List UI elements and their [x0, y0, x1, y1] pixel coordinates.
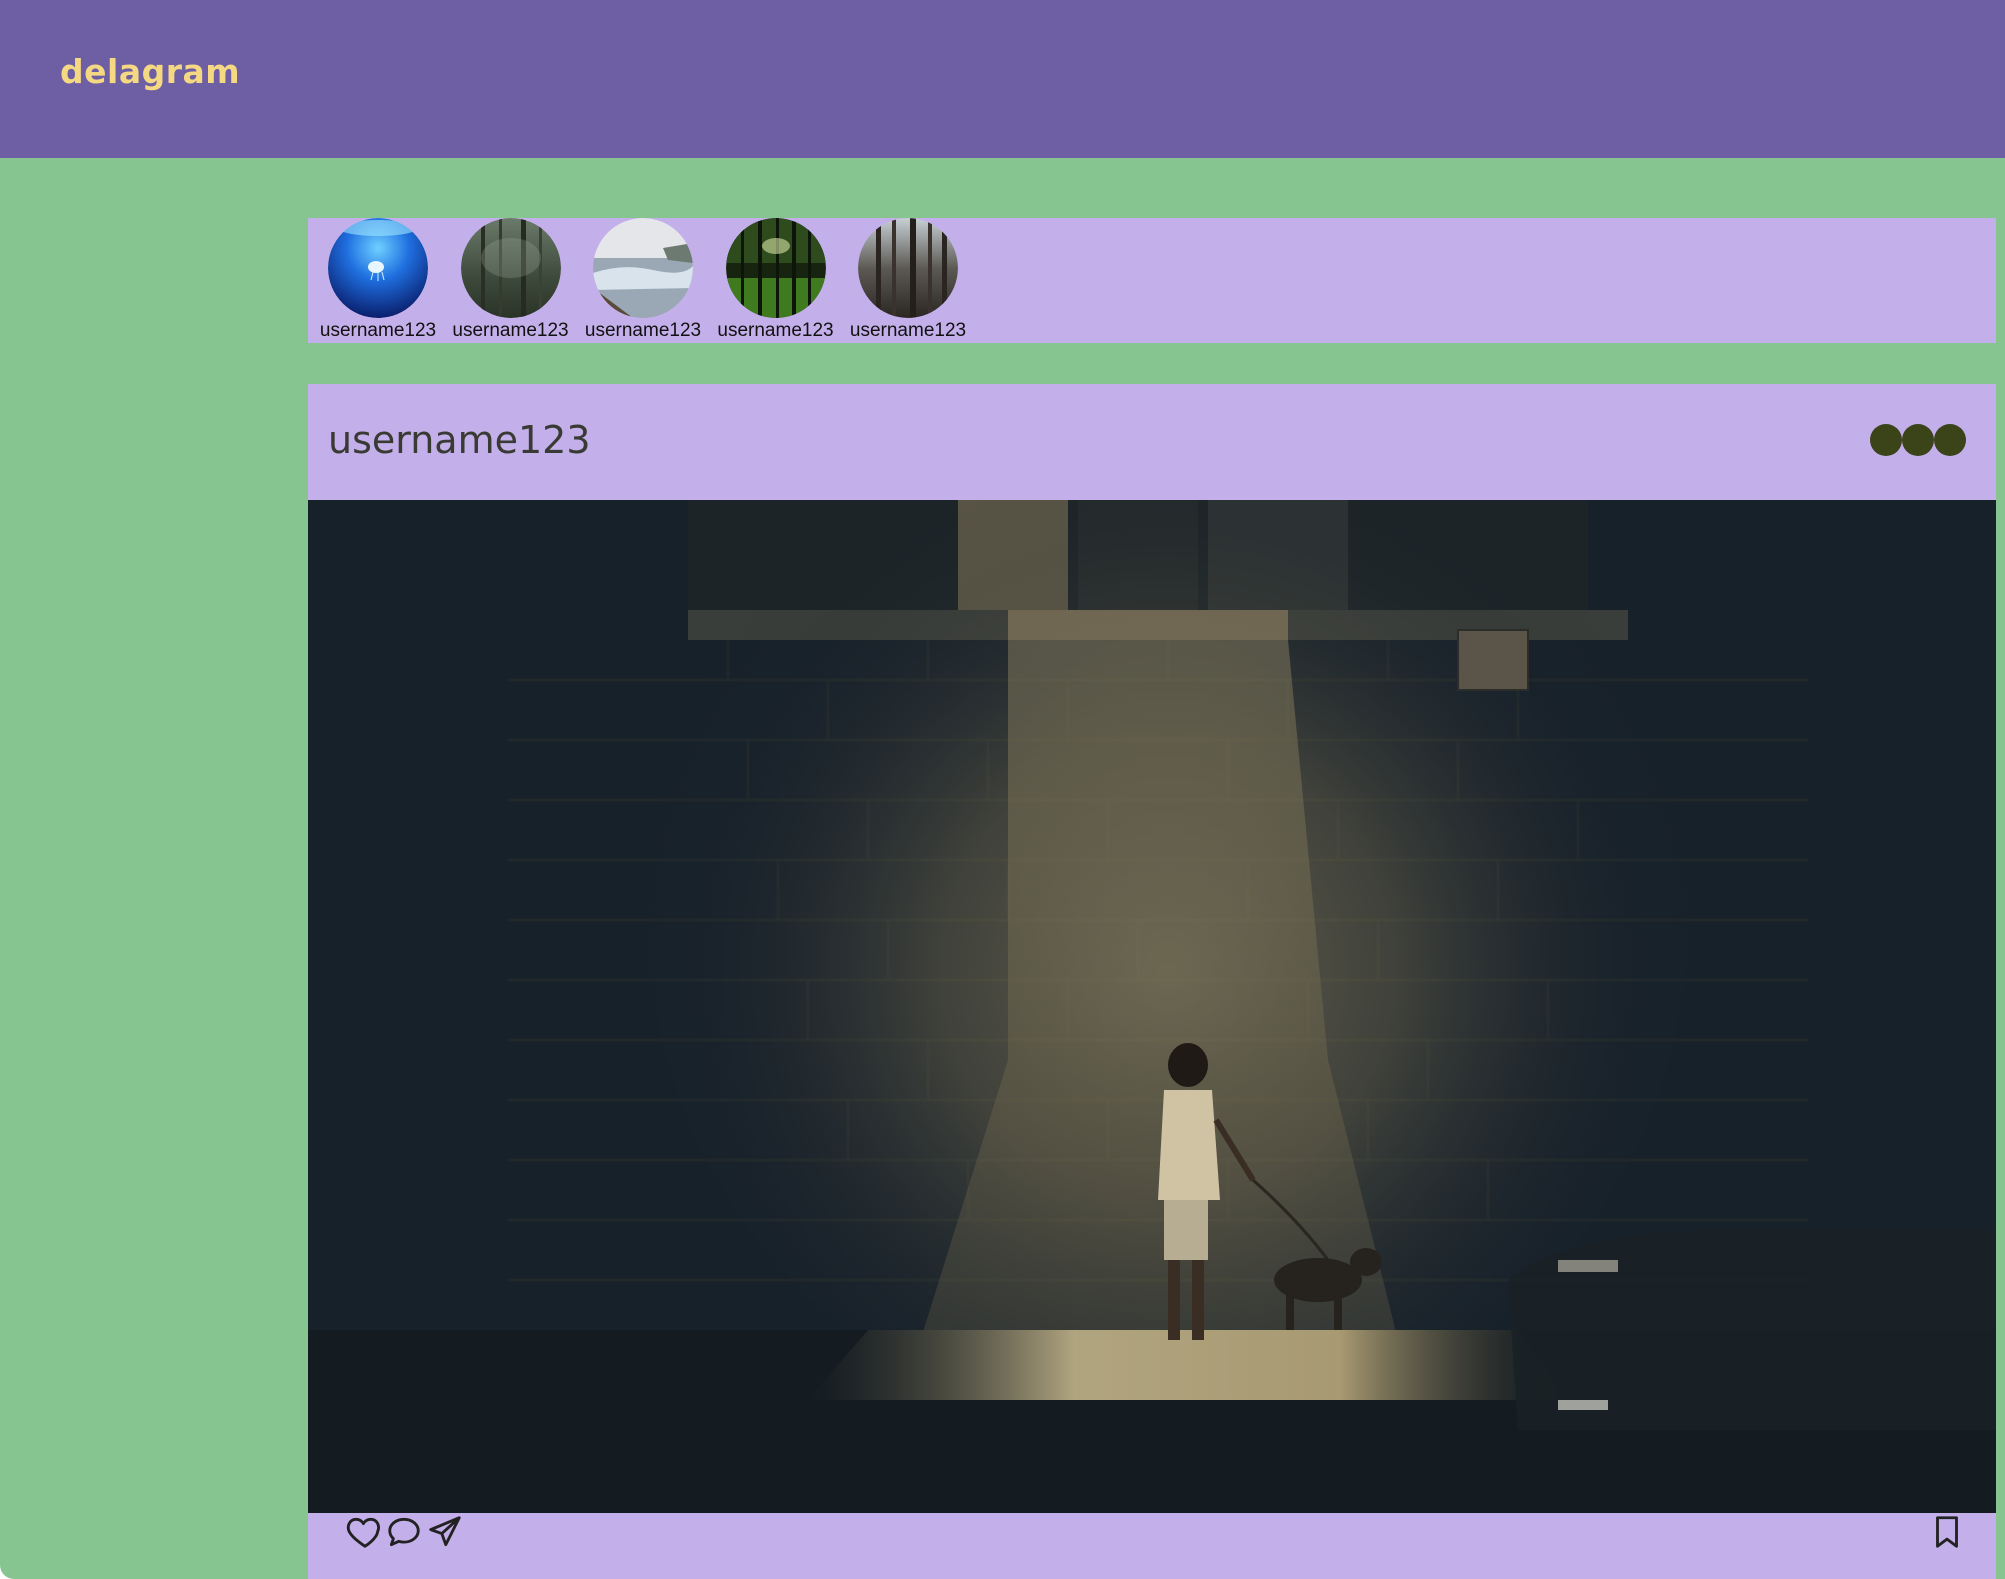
dot	[1934, 424, 1966, 456]
dot	[1902, 424, 1934, 456]
post-username[interactable]: username123	[328, 418, 591, 462]
story-username: username123	[717, 320, 834, 341]
story-username: username123	[319, 320, 437, 341]
story-avatar[interactable]	[593, 218, 693, 318]
story-username: username123	[849, 320, 967, 341]
dot	[1870, 424, 1902, 456]
story-avatar[interactable]	[725, 218, 826, 318]
top-bar: delagram	[0, 0, 2005, 158]
post-header: username123	[308, 384, 1996, 500]
story-item[interactable]: username123	[714, 218, 838, 343]
story-avatar[interactable]	[328, 218, 428, 318]
story-item[interactable]: username123	[449, 218, 573, 343]
story-avatar[interactable]	[460, 218, 561, 318]
send-icon[interactable]	[426, 1513, 464, 1551]
story-avatar[interactable]	[858, 218, 958, 318]
post-actions	[308, 1513, 1996, 1579]
comment-icon[interactable]	[385, 1513, 423, 1551]
post-image[interactable]	[308, 500, 1996, 1513]
story-item[interactable]: username123	[846, 218, 970, 343]
app-window: delagram username123 username123 usernam…	[0, 0, 2005, 1579]
brand-logo[interactable]: delagram	[60, 52, 240, 91]
story-item[interactable]: username123	[316, 218, 440, 343]
story-username: username123	[452, 320, 569, 341]
bookmark-icon[interactable]	[1928, 1513, 1966, 1551]
stories-bar: username123 username123 username123 user…	[308, 218, 1996, 343]
story-username: username123	[584, 320, 702, 341]
heart-icon[interactable]	[346, 1513, 384, 1551]
more-options-icon[interactable]	[1870, 424, 1966, 456]
post-card: username123	[308, 384, 1996, 1579]
story-item[interactable]: username123	[581, 218, 705, 343]
